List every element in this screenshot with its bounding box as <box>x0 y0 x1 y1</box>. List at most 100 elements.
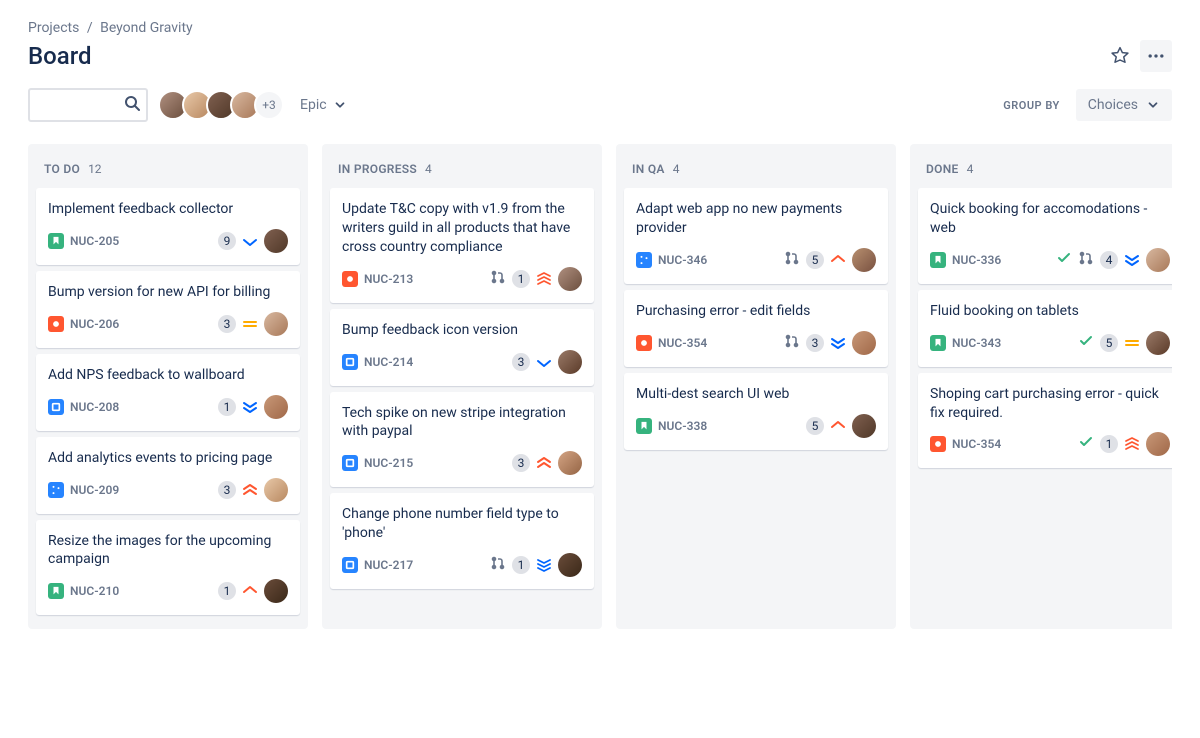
story-points-badge: 3 <box>512 454 530 472</box>
column-header[interactable]: IN PROGRESS 4 <box>330 152 594 188</box>
issue-type-bug-icon <box>636 335 652 351</box>
assignee-avatar[interactable] <box>558 267 582 291</box>
assignee-avatar[interactable] <box>558 451 582 475</box>
priority-medium-icon <box>242 316 258 332</box>
story-points-badge: 3 <box>512 353 530 371</box>
assignee-avatar[interactable] <box>852 331 876 355</box>
pr-count-badge: 1 <box>512 556 530 574</box>
assignee-avatar[interactable] <box>264 478 288 502</box>
card-title: Change phone number field type to 'phone… <box>342 505 582 543</box>
done-check-icon <box>1078 434 1094 454</box>
column-header[interactable]: TO DO 12 <box>36 152 300 188</box>
issue-key: NUC-346 <box>658 253 707 267</box>
column-count: 4 <box>967 162 974 176</box>
issue-card[interactable]: Adapt web app no new payments provider N… <box>624 188 888 284</box>
issue-card[interactable]: Change phone number field type to 'phone… <box>330 493 594 589</box>
issue-type-subtask-icon <box>636 252 652 268</box>
priority-low-icon <box>1124 252 1140 268</box>
assignee-avatar[interactable] <box>264 579 288 603</box>
issue-card[interactable]: Purchasing error - edit fields NUC-354 3 <box>624 290 888 367</box>
issue-type-story-icon <box>930 252 946 268</box>
chevron-down-icon <box>333 98 347 112</box>
story-points-badge: 1 <box>218 398 236 416</box>
priority-high-icon <box>242 482 258 498</box>
assignee-avatar[interactable] <box>852 414 876 438</box>
star-icon <box>1110 46 1130 66</box>
search-input-wrapper[interactable] <box>28 88 148 122</box>
group-by-value: Choices <box>1088 97 1138 113</box>
card-title: Add analytics events to pricing page <box>48 449 288 468</box>
issue-card[interactable]: Update T&C copy with v1.9 from the write… <box>330 188 594 303</box>
breadcrumb-projects[interactable]: Projects <box>28 20 79 36</box>
assignee-avatar[interactable] <box>852 248 876 272</box>
star-button[interactable] <box>1104 40 1136 72</box>
story-points-badge: 1 <box>1100 435 1118 453</box>
card-title: Add NPS feedback to wallboard <box>48 366 288 385</box>
issue-card[interactable]: Multi-dest search UI web NUC-338 5 <box>624 373 888 450</box>
issue-type-bug-icon <box>48 316 64 332</box>
pull-request-icon <box>490 269 506 289</box>
issue-card[interactable]: Add NPS feedback to wallboard NUC-208 1 <box>36 354 300 431</box>
column-header[interactable]: IN QA 4 <box>624 152 888 188</box>
issue-card[interactable]: Quick booking for accomodations - web NU… <box>918 188 1172 284</box>
issue-key: NUC-338 <box>658 419 707 433</box>
assignee-avatar[interactable] <box>558 553 582 577</box>
pull-request-icon <box>784 333 800 353</box>
issue-card[interactable]: Fluid booking on tablets NUC-343 5 <box>918 290 1172 367</box>
more-icon <box>1146 46 1166 66</box>
card-title: Shoping cart purchasing error - quick fi… <box>930 385 1170 423</box>
avatar-more-button[interactable]: +3 <box>254 90 284 120</box>
issue-type-subtask-icon <box>48 482 64 498</box>
assignee-avatar[interactable] <box>1146 432 1170 456</box>
column-in-progress: IN PROGRESS 4 Update T&C copy with v1.9 … <box>322 144 602 629</box>
issue-type-task-icon <box>342 455 358 471</box>
column-count: 12 <box>88 162 102 176</box>
card-title: Implement feedback collector <box>48 200 288 219</box>
issue-type-bug-icon <box>930 436 946 452</box>
assignee-avatar[interactable] <box>264 395 288 419</box>
issue-key: NUC-354 <box>952 437 1001 451</box>
issue-type-task-icon <box>342 354 358 370</box>
issue-key: NUC-354 <box>658 336 707 350</box>
breadcrumb-separator: / <box>87 20 93 36</box>
issue-card[interactable]: Shoping cart purchasing error - quick fi… <box>918 373 1172 469</box>
issue-key: NUC-213 <box>364 272 413 286</box>
priority-medium-icon <box>1124 335 1140 351</box>
more-actions-button[interactable] <box>1140 40 1172 72</box>
column-title: IN QA <box>632 162 665 176</box>
issue-key: NUC-215 <box>364 456 413 470</box>
issue-key: NUC-214 <box>364 355 413 369</box>
pull-request-icon <box>784 250 800 270</box>
done-check-icon <box>1056 250 1072 270</box>
issue-card[interactable]: Tech spike on new stripe integration wit… <box>330 392 594 488</box>
issue-card[interactable]: Bump version for new API for billing NUC… <box>36 271 300 348</box>
search-input[interactable] <box>30 96 110 114</box>
story-points-badge: 3 <box>218 481 236 499</box>
search-icon <box>124 95 140 115</box>
assignee-avatar[interactable] <box>1146 248 1170 272</box>
card-title: Resize the images for the upcoming campa… <box>48 532 288 570</box>
assignee-avatar[interactable] <box>1146 331 1170 355</box>
issue-card[interactable]: Resize the images for the upcoming campa… <box>36 520 300 616</box>
assignee-avatar[interactable] <box>264 312 288 336</box>
priority-high-icon <box>830 252 846 268</box>
column-count: 4 <box>673 162 680 176</box>
card-title: Multi-dest search UI web <box>636 385 876 404</box>
column-header[interactable]: DONE 4 <box>918 152 1172 188</box>
breadcrumb: Projects / Beyond Gravity <box>28 20 1172 36</box>
assignee-avatar[interactable] <box>558 350 582 374</box>
issue-key: NUC-205 <box>70 234 119 248</box>
column-title: IN PROGRESS <box>338 162 417 176</box>
card-title: Bump feedback icon version <box>342 321 582 340</box>
issue-key: NUC-208 <box>70 400 119 414</box>
group-by-dropdown[interactable]: Choices <box>1076 89 1172 121</box>
priority-low-icon <box>536 354 552 370</box>
story-points-badge: 5 <box>806 417 824 435</box>
page-title: Board <box>28 42 92 70</box>
breadcrumb-project-name[interactable]: Beyond Gravity <box>100 20 193 36</box>
assignee-avatar[interactable] <box>264 229 288 253</box>
issue-card[interactable]: Add analytics events to pricing page NUC… <box>36 437 300 514</box>
epic-filter-button[interactable]: Epic <box>300 97 347 113</box>
issue-card[interactable]: Implement feedback collector NUC-205 9 <box>36 188 300 265</box>
issue-card[interactable]: Bump feedback icon version NUC-214 3 <box>330 309 594 386</box>
